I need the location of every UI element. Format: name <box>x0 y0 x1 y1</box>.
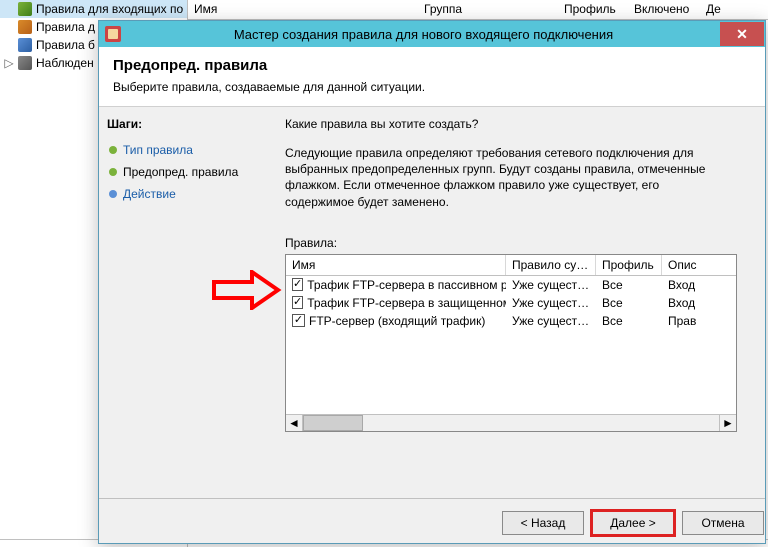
monitoring-icon <box>18 56 32 70</box>
rule-checkbox[interactable] <box>292 314 305 327</box>
col-group[interactable]: Группа <box>418 0 558 19</box>
rule-desc: Прав <box>662 312 736 330</box>
page-subheading: Выберите правила, создаваемые для данной… <box>113 80 751 94</box>
tree-item-inbound-rules[interactable]: Правила для входящих по <box>0 0 187 18</box>
rule-row[interactable]: Трафик FTP-сервера в защищенном режи... … <box>286 294 736 312</box>
rules-header-row: Имя Правило сущ... Профиль Опис <box>286 255 736 276</box>
cancel-button-label: Отмена <box>701 516 744 530</box>
col-enabled[interactable]: Включено <box>628 0 700 19</box>
scroll-thumb[interactable] <box>303 415 363 431</box>
next-button-label: Далее > <box>610 516 656 530</box>
scroll-right-icon[interactable]: ► <box>719 415 736 431</box>
col-profile[interactable]: Профиль <box>558 0 628 19</box>
step-label: Действие <box>123 187 176 201</box>
expand-icon[interactable]: ▷ <box>4 56 14 70</box>
step-predefined-rules[interactable]: Предопред. правила <box>107 161 271 183</box>
wizard-header: Предопред. правила Выберите правила, соз… <box>99 47 765 107</box>
rule-name: Трафик FTP-сервера в пассивном режим... <box>307 278 506 292</box>
scroll-track[interactable] <box>303 415 719 431</box>
button-bar-separator <box>99 498 765 499</box>
col-name[interactable]: Имя <box>188 0 418 19</box>
rules-col-profile[interactable]: Профиль <box>596 255 662 275</box>
next-button[interactable]: Далее > <box>592 511 674 535</box>
rules-label: Правила: <box>285 236 761 250</box>
titlebar[interactable]: Мастер создания правила для нового входя… <box>99 21 765 47</box>
steps-title: Шаги: <box>107 117 271 131</box>
tree-item-label: Правила д <box>36 20 95 34</box>
scroll-left-icon[interactable]: ◄ <box>286 415 303 431</box>
step-rule-type[interactable]: Тип правила <box>107 139 271 161</box>
rules-horizontal-scrollbar[interactable]: ◄ ► <box>286 414 736 431</box>
rule-name: FTP-сервер (входящий трафик) <box>309 314 485 328</box>
rule-row[interactable]: FTP-сервер (входящий трафик) Уже существ… <box>286 312 736 330</box>
tree-item-label: Наблюден <box>36 56 94 70</box>
rule-name: Трафик FTP-сервера в защищенном режи... <box>307 296 506 310</box>
back-button-label: < Назад <box>521 516 566 530</box>
outbound-rules-icon <box>18 20 32 34</box>
cancel-button[interactable]: Отмена <box>682 511 764 535</box>
step-bullet-icon <box>109 146 117 154</box>
rule-exists: Уже существ... <box>506 294 596 312</box>
steps-pane: Шаги: Тип правила Предопред. правила Дей… <box>99 107 279 543</box>
rule-exists: Уже существ... <box>506 312 596 330</box>
wizard-description: Следующие правила определяют требования … <box>285 145 725 210</box>
rules-list: Имя Правило сущ... Профиль Опис Трафик F… <box>285 254 737 432</box>
page-heading: Предопред. правила <box>113 57 751 74</box>
close-button[interactable]: ✕ <box>720 22 764 46</box>
rules-col-name[interactable]: Имя <box>286 255 506 275</box>
step-bullet-icon <box>109 168 117 176</box>
rule-profile: Все <box>596 312 662 330</box>
step-bullet-icon <box>109 190 117 198</box>
rule-desc: Вход <box>662 294 736 312</box>
firewall-icon <box>105 26 121 42</box>
col-action[interactable]: Де <box>700 0 740 19</box>
wizard-question: Какие правила вы хотите создать? <box>285 117 761 131</box>
step-label: Предопред. правила <box>123 165 238 179</box>
wizard-button-bar: < Назад Далее > Отмена <box>502 511 764 535</box>
back-button[interactable]: < Назад <box>502 511 584 535</box>
rule-exists: Уже существ... <box>506 276 596 294</box>
rule-wizard-window: Мастер создания правила для нового входя… <box>98 20 766 544</box>
tree-item-label: Правила для входящих по <box>36 2 183 16</box>
security-rules-icon <box>18 38 32 52</box>
rule-desc: Вход <box>662 276 736 294</box>
list-column-headers: Имя Группа Профиль Включено Де <box>188 0 768 20</box>
step-action[interactable]: Действие <box>107 183 271 205</box>
rule-row[interactable]: Трафик FTP-сервера в пассивном режим... … <box>286 276 736 294</box>
rule-checkbox[interactable] <box>292 296 303 309</box>
close-icon: ✕ <box>736 26 748 43</box>
tree-item-label: Правила б <box>36 38 95 52</box>
rules-col-desc[interactable]: Опис <box>662 255 737 275</box>
step-label: Тип правила <box>123 143 193 157</box>
rule-profile: Все <box>596 276 662 294</box>
rule-checkbox[interactable] <box>292 278 303 291</box>
rules-col-exists[interactable]: Правило сущ... <box>506 255 596 275</box>
window-title: Мастер создания правила для нового входя… <box>127 27 720 42</box>
rule-profile: Все <box>596 294 662 312</box>
inbound-rules-icon <box>18 2 32 16</box>
wizard-main-pane: Какие правила вы хотите создать? Следующ… <box>279 107 765 543</box>
